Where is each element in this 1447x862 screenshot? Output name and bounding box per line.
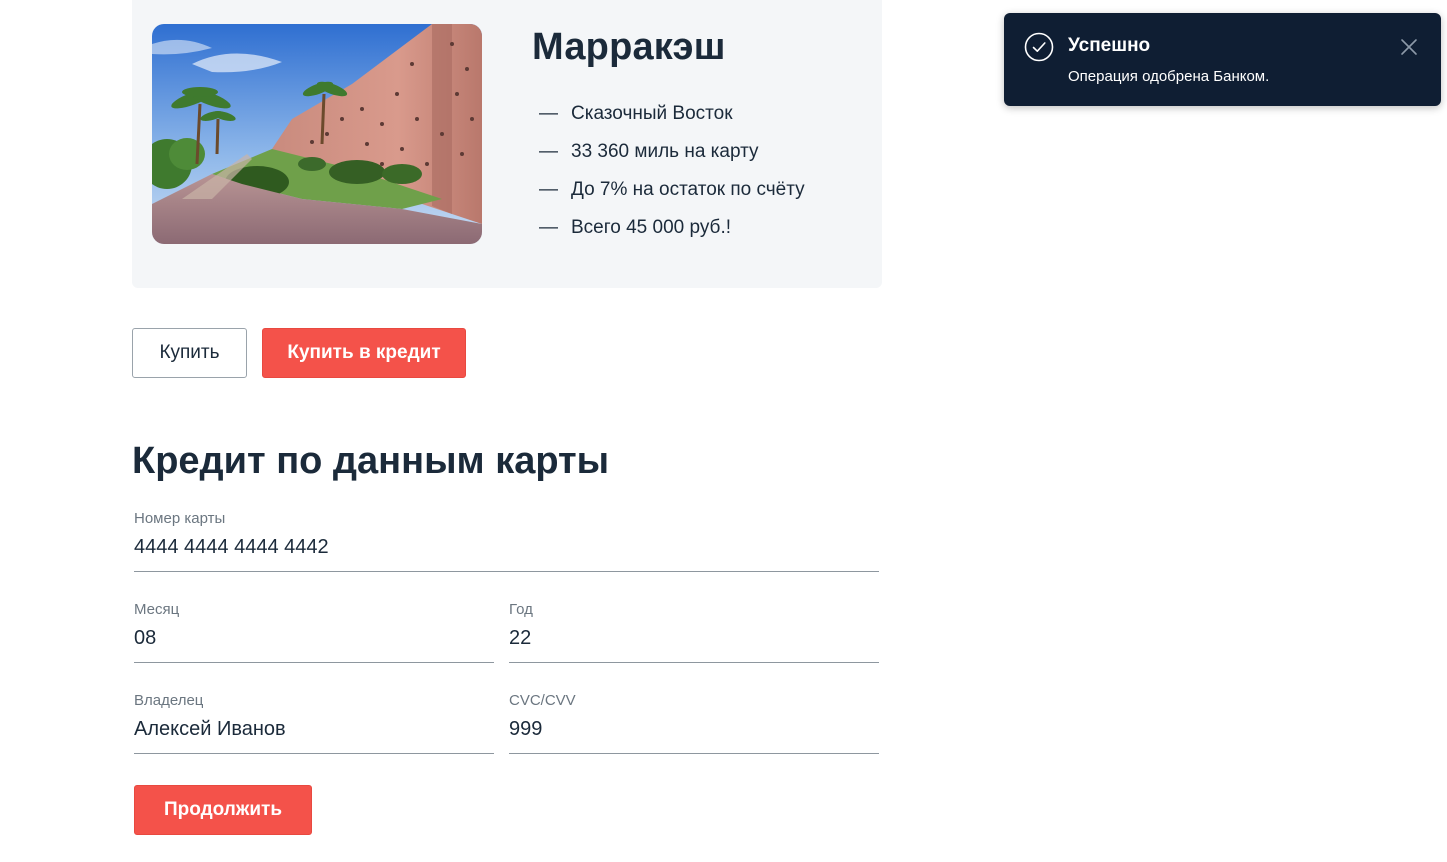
- feature-item: — Всего 45 000 руб.!: [539, 214, 805, 252]
- tour-image: [152, 24, 482, 244]
- year-field: Год: [509, 601, 879, 663]
- card-number-input[interactable]: [134, 532, 879, 562]
- close-icon[interactable]: [1397, 35, 1421, 59]
- check-circle-icon: [1024, 32, 1054, 62]
- buy-credit-button[interactable]: Купить в кредит: [262, 328, 466, 378]
- dash: —: [539, 103, 558, 124]
- feature-list: — Сказочный Восток —33 360 миль на карту …: [539, 100, 805, 252]
- owner-input[interactable]: [134, 714, 494, 744]
- feature-item: — 33 360 миль на карту: [539, 138, 805, 176]
- year-input[interactable]: [509, 623, 879, 653]
- dash: —: [539, 179, 558, 200]
- year-label: Год: [509, 601, 533, 618]
- card-number-label: Номер карты: [134, 510, 226, 527]
- owner-label: Владелец: [134, 692, 204, 709]
- tour-card: Марракэш — Сказочный Восток — 33 360 миль …: [132, 0, 882, 288]
- card-number-field: Номер карты: [134, 510, 879, 572]
- cvc-field: CVC/CVV: [509, 692, 879, 754]
- owner-field: Владелец: [134, 692, 494, 754]
- feature-item: — Сказочный Восток: [539, 100, 805, 138]
- month-label: Месяц: [134, 601, 180, 618]
- feature-text: До 7% на остаток по счёту: [571, 179, 805, 200]
- cvc-label: CVC/CVV: [509, 692, 576, 709]
- continue-button[interactable]: Продолжить: [134, 785, 312, 835]
- tour-title: Марракэш: [532, 26, 726, 68]
- feature-text: Всего 45 000 руб.!: [571, 217, 731, 238]
- feature-item: — До 7% на остаток по счёту: [539, 176, 805, 214]
- notification-title: Успешно: [1068, 35, 1151, 56]
- dash: —: [539, 141, 558, 162]
- cvc-input[interactable]: [509, 714, 879, 744]
- success-notification: Успешно Операция одобрена Банком.: [1004, 13, 1441, 106]
- buy-button[interactable]: Купить: [132, 328, 247, 378]
- notification-message: Операция одобрена Банком.: [1068, 68, 1270, 85]
- feature-text: Сказочный Восток: [571, 103, 733, 124]
- dash: —: [539, 217, 558, 238]
- month-input[interactable]: [134, 623, 494, 653]
- feature-text: 33 360 миль на карту: [571, 141, 759, 162]
- form-title: Кредит по данным карты: [132, 440, 610, 482]
- month-field: Месяц: [134, 601, 494, 663]
